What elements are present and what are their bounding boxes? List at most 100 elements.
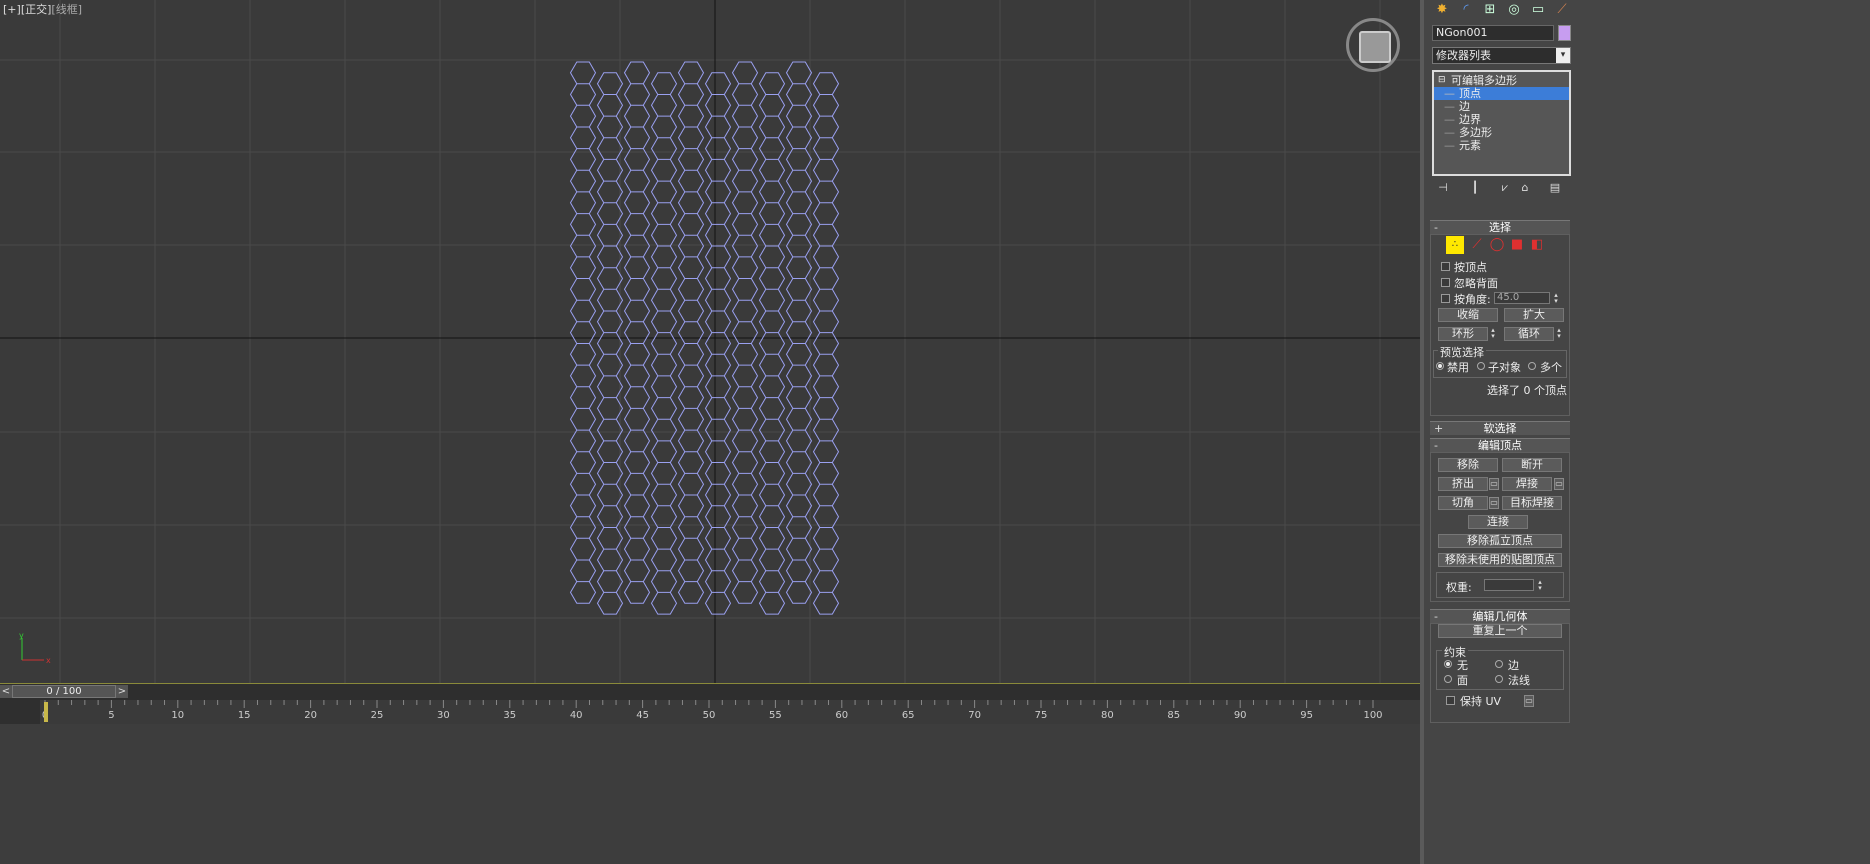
viewport-front[interactable]: [+][正交][线框] y x bbox=[0, 0, 1420, 684]
track-bar-tick-label: 40 bbox=[569, 710, 583, 721]
preview-disabled-radio[interactable] bbox=[1436, 362, 1444, 370]
stack-item-polygon[interactable]: — 多边形 bbox=[1434, 126, 1569, 139]
loop-spinner-arrows[interactable]: ▴ ▾ bbox=[1555, 327, 1563, 340]
chamfer-settings-icon[interactable]: ▭ bbox=[1489, 497, 1499, 509]
time-slider[interactable]: < 0 / 100 > bbox=[0, 684, 1420, 701]
viewcube-icon[interactable] bbox=[1346, 18, 1400, 72]
viewport-view-label[interactable]: [正交] bbox=[21, 3, 52, 16]
loop-button[interactable]: 循环 bbox=[1504, 327, 1554, 341]
object-name-field[interactable]: NGon001 bbox=[1432, 25, 1554, 41]
preserve-uv-settings-icon[interactable]: ▭ bbox=[1524, 695, 1534, 707]
constraint-normal-label: 法线 bbox=[1508, 674, 1530, 687]
weld-button[interactable]: 焊接 bbox=[1502, 477, 1552, 491]
time-next-button[interactable]: > bbox=[116, 685, 128, 698]
weld-settings-icon[interactable]: ▭ bbox=[1554, 478, 1564, 490]
stack-item-vertex[interactable]: — 顶点 bbox=[1434, 87, 1569, 100]
mini-curve-toggle-icon[interactable] bbox=[0, 700, 40, 724]
create-icon[interactable]: ✸ bbox=[1432, 1, 1452, 19]
weight-spinner[interactable] bbox=[1484, 579, 1534, 591]
track-bar-tick-label: 55 bbox=[769, 710, 782, 721]
rollout-selection-header[interactable]: - 选择 bbox=[1430, 220, 1570, 234]
break-button[interactable]: 断开 bbox=[1502, 458, 1562, 472]
stack-root-label: 可编辑多边形 bbox=[1451, 74, 1517, 87]
track-bar-tick-label: 90 bbox=[1233, 710, 1247, 721]
viewport-shading-label[interactable]: [线框] bbox=[51, 3, 82, 16]
shrink-button[interactable]: 收缩 bbox=[1438, 308, 1498, 322]
rollout-edit-vertices-header[interactable]: - 编辑顶点 bbox=[1430, 438, 1570, 452]
stack-item-editable-poly[interactable]: ⊟ 可编辑多边形 bbox=[1434, 74, 1569, 87]
modify-icon[interactable]: ◜ bbox=[1456, 1, 1476, 19]
time-prev-button[interactable]: < bbox=[0, 685, 12, 698]
angle-spinner[interactable]: 45.0 bbox=[1494, 292, 1550, 304]
constraint-face-radio[interactable] bbox=[1444, 675, 1452, 683]
pin-stack-icon[interactable]: ⊣ bbox=[1436, 181, 1450, 195]
extrude-button[interactable]: 挤出 bbox=[1438, 477, 1488, 491]
target-weld-button[interactable]: 目标焊接 bbox=[1502, 496, 1562, 510]
repeat-last-button[interactable]: 重复上一个 bbox=[1438, 624, 1562, 638]
ring-button[interactable]: 环形 bbox=[1438, 327, 1488, 341]
grow-button[interactable]: 扩大 bbox=[1504, 308, 1564, 322]
track-bar-tick-label: 65 bbox=[901, 710, 915, 721]
ring-spinner-arrows[interactable]: ▴ ▾ bbox=[1489, 327, 1497, 340]
remove-button[interactable]: 移除 bbox=[1438, 458, 1498, 472]
remove-modifier-icon[interactable]: ⌂ bbox=[1518, 181, 1532, 195]
constraint-none-radio[interactable] bbox=[1444, 660, 1452, 668]
time-slider-thumb[interactable]: 0 / 100 bbox=[12, 685, 116, 698]
modifier-list-dropdown[interactable]: 修改器列表 ▾ bbox=[1432, 47, 1571, 64]
display-icon[interactable]: ▭ bbox=[1528, 1, 1548, 19]
stack-item-element[interactable]: — 元素 bbox=[1434, 139, 1569, 152]
by-vertex-checkbox[interactable] bbox=[1441, 262, 1450, 271]
viewport-menu-plus[interactable]: [+] bbox=[3, 3, 21, 16]
utilities-icon[interactable]: ⟋ bbox=[1552, 1, 1572, 19]
border-select-icon[interactable]: ◯ bbox=[1488, 236, 1506, 254]
axis-x-label: x bbox=[46, 656, 51, 665]
constraint-edge-radio[interactable] bbox=[1495, 660, 1503, 668]
track-bar-tick-label: 50 bbox=[702, 710, 716, 721]
viewport-label[interactable]: [+][正交][线框] bbox=[3, 1, 82, 17]
chamfer-button[interactable]: 切角 bbox=[1438, 496, 1488, 510]
track-bar-tick-label: 5 bbox=[108, 710, 115, 721]
preview-subobject-radio[interactable] bbox=[1477, 362, 1485, 370]
remove-unused-map-verts-button[interactable]: 移除未使用的贴图顶点 bbox=[1438, 553, 1562, 567]
connect-button[interactable]: 连接 bbox=[1468, 515, 1528, 529]
polygon-select-icon[interactable]: ■ bbox=[1508, 236, 1526, 254]
chevron-down-icon[interactable]: ▾ bbox=[1556, 48, 1570, 63]
show-end-result-icon[interactable]: ┃ bbox=[1468, 181, 1482, 195]
track-bar[interactable]: 0510152025303540455055606570758085909510… bbox=[40, 700, 1420, 724]
collapse-icon[interactable]: ⊟ bbox=[1438, 74, 1446, 87]
by-angle-checkbox[interactable] bbox=[1441, 294, 1450, 303]
remove-isolated-vertices-button[interactable]: 移除孤立顶点 bbox=[1438, 534, 1562, 548]
by-vertex-label: 按顶点 bbox=[1454, 261, 1487, 274]
configure-modifier-sets-icon[interactable]: ▤ bbox=[1548, 181, 1562, 195]
element-select-icon[interactable]: ◧ bbox=[1528, 236, 1546, 254]
stack-item-border[interactable]: — 边界 bbox=[1434, 113, 1569, 126]
modifier-stack[interactable]: ⊟ 可编辑多边形 — 顶点 — 边 — 边界 — 多边形 — 元素 bbox=[1432, 70, 1571, 176]
hierarchy-icon[interactable]: ⊞ bbox=[1480, 1, 1500, 19]
track-bar-tick-label: 100 bbox=[1363, 710, 1383, 721]
angle-spinner-arrows[interactable]: ▴ ▾ bbox=[1552, 292, 1560, 305]
axis-y-label: y bbox=[19, 632, 24, 640]
rollout-edit-geometry-header[interactable]: - 编辑几何体 bbox=[1430, 609, 1570, 623]
preview-multi-label: 多个 bbox=[1540, 361, 1562, 374]
viewport-grid bbox=[0, 0, 1420, 683]
track-bar-tick-label: 15 bbox=[237, 710, 251, 721]
edge-select-icon[interactable]: ⟋ bbox=[1468, 236, 1486, 254]
motion-icon[interactable]: ◎ bbox=[1504, 1, 1524, 19]
track-bar-tick-label: 60 bbox=[835, 710, 849, 721]
current-frame-marker[interactable] bbox=[44, 702, 48, 722]
by-angle-label: 按角度: bbox=[1454, 293, 1491, 306]
vertex-select-icon[interactable]: ∴ bbox=[1446, 236, 1464, 254]
extrude-settings-icon[interactable]: ▭ bbox=[1489, 478, 1499, 490]
preview-disabled-label: 禁用 bbox=[1447, 361, 1469, 374]
track-bar-tick-label: 85 bbox=[1167, 710, 1181, 721]
stack-item-edge[interactable]: — 边 bbox=[1434, 100, 1569, 113]
preview-multi-radio[interactable] bbox=[1528, 362, 1536, 370]
rollout-soft-selection-header[interactable]: + 软选择 bbox=[1430, 421, 1570, 435]
object-color-swatch[interactable] bbox=[1558, 25, 1571, 41]
track-bar-tick-label: 95 bbox=[1300, 710, 1313, 721]
weight-spinner-arrows[interactable]: ▴ ▾ bbox=[1536, 579, 1544, 592]
make-unique-icon[interactable]: ⩗ bbox=[1498, 181, 1512, 195]
constraint-normal-radio[interactable] bbox=[1495, 675, 1503, 683]
preserve-uv-checkbox[interactable] bbox=[1446, 696, 1455, 705]
ignore-backfacing-checkbox[interactable] bbox=[1441, 278, 1450, 287]
